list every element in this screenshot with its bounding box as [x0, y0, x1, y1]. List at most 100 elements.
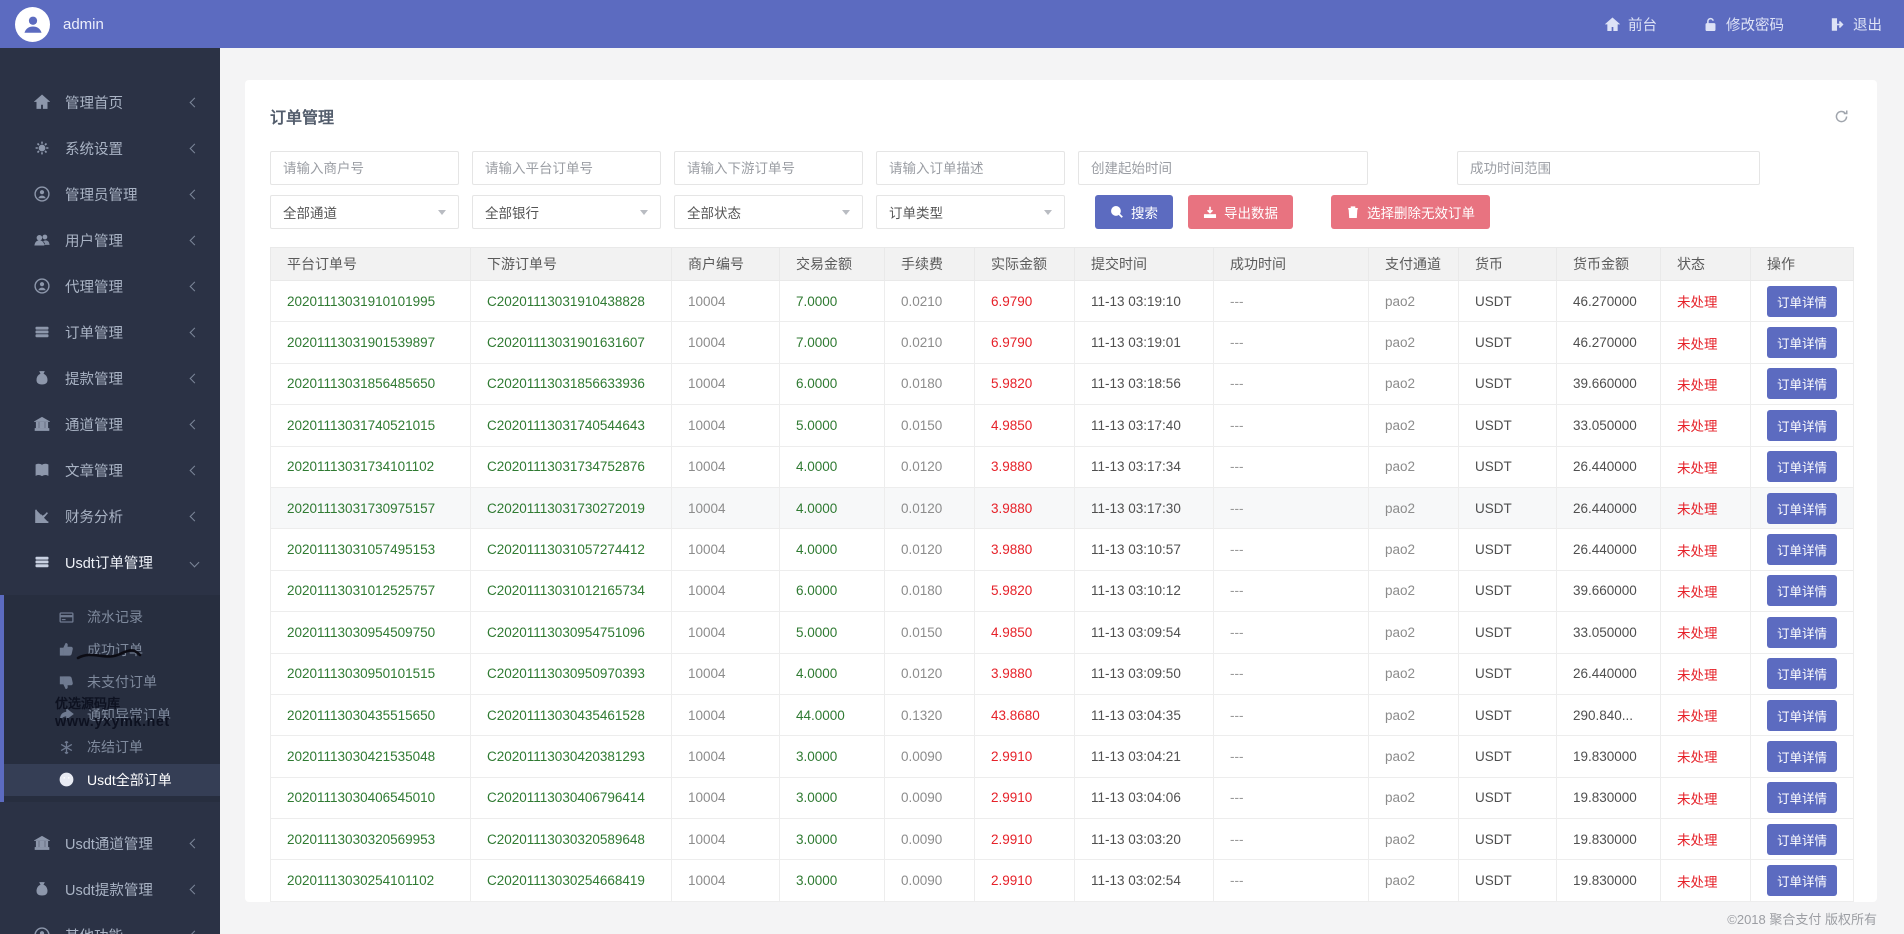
cell-actual: 4.9850: [975, 405, 1075, 446]
success-time-input[interactable]: [1457, 151, 1760, 185]
create-time-input[interactable]: [1078, 151, 1368, 185]
sidebar-subitem[interactable]: 成功订单: [4, 634, 220, 667]
sidebar-item[interactable]: 订单管理: [0, 309, 220, 355]
caret-down-icon: [1044, 210, 1052, 215]
sidebar-item[interactable]: 财务分析: [0, 493, 220, 539]
sidebar-item[interactable]: 管理首页: [0, 79, 220, 125]
cell-actual: 3.9880: [975, 446, 1075, 487]
change-password-link[interactable]: 修改密码: [1703, 14, 1784, 35]
table-row: 20201113030421535048C2020111303042038129…: [271, 736, 1854, 777]
order-detail-button[interactable]: 订单详情: [1767, 368, 1837, 399]
cell-currency: USDT: [1459, 487, 1557, 528]
order-detail-button[interactable]: 订单详情: [1767, 700, 1837, 731]
bank-icon: [33, 835, 50, 852]
logout-link[interactable]: 退出: [1830, 14, 1882, 35]
status-select[interactable]: 全部状态: [674, 195, 863, 229]
chevron-left-icon: [190, 511, 200, 521]
cell-merchant: 10004: [672, 653, 780, 694]
sidebar-item[interactable]: 文章管理: [0, 447, 220, 493]
signout-icon: [1830, 17, 1845, 32]
sidebar-item-label: 管理首页: [65, 92, 191, 113]
channel-select[interactable]: 全部通道: [270, 195, 459, 229]
export-button[interactable]: 导出数据: [1188, 195, 1293, 229]
cell-currency: USDT: [1459, 736, 1557, 777]
sidebar-item[interactable]: Usdt提款管理: [0, 866, 220, 912]
cell-platform: 20201113031730975157: [271, 487, 471, 528]
order-detail-button[interactable]: 订单详情: [1767, 410, 1837, 441]
order-detail-button[interactable]: 订单详情: [1767, 782, 1837, 813]
sidebar-item[interactable]: Usdt通道管理: [0, 820, 220, 866]
cell-fee: 0.0090: [885, 777, 975, 818]
cell-status: 未处理: [1661, 405, 1751, 446]
delete-invalid-orders-button[interactable]: 选择删除无效订单: [1331, 195, 1490, 229]
cell-status: 未处理: [1661, 322, 1751, 363]
cell-downstream: C20201113030254668419: [471, 860, 672, 901]
sidebar-item[interactable]: 系统设置: [0, 125, 220, 171]
downstream-order-no-input[interactable]: [674, 151, 863, 185]
cell-actual: 2.9910: [975, 819, 1075, 860]
order-detail-button[interactable]: 订单详情: [1767, 865, 1837, 896]
sidebar-item[interactable]: 用户管理: [0, 217, 220, 263]
chevron-left-icon: [190, 465, 200, 475]
order-detail-button[interactable]: 订单详情: [1767, 451, 1837, 482]
cell-merchant: 10004: [672, 322, 780, 363]
order-detail-button[interactable]: 订单详情: [1767, 493, 1837, 524]
cell-submit-time: 11-13 03:09:50: [1075, 653, 1214, 694]
sidebar-subitem[interactable]: 流水记录: [4, 601, 220, 634]
cell-channel: pao2: [1369, 363, 1459, 404]
order-detail-button[interactable]: 订单详情: [1767, 617, 1837, 648]
sidebar-subitem[interactable]: 未支付订单: [4, 666, 220, 699]
cell-action: 订单详情: [1751, 322, 1854, 363]
table-row: 20201113030320569953C2020111303032058964…: [271, 819, 1854, 860]
column-header: 货币金额: [1557, 248, 1661, 281]
sidebar-item-label: 用户管理: [65, 230, 191, 251]
cell-amount: 3.0000: [780, 860, 885, 901]
order-detail-button[interactable]: 订单详情: [1767, 741, 1837, 772]
sidebar-item[interactable]: 提款管理: [0, 355, 220, 401]
order-type-select-value: 订单类型: [889, 202, 1044, 222]
merchant-no-input[interactable]: [270, 151, 459, 185]
sidebar-item[interactable]: Usdt订单管理: [0, 539, 220, 585]
sidebar-subitem[interactable]: Usdt全部订单: [4, 764, 220, 797]
order-detail-button[interactable]: 订单详情: [1767, 824, 1837, 855]
sidebar-subitem[interactable]: 通知异常订单: [4, 699, 220, 732]
sidebar-item[interactable]: 管理员管理: [0, 171, 220, 217]
cell-success-time: ---: [1214, 860, 1369, 901]
refresh-icon[interactable]: [1834, 109, 1849, 124]
cell-currency-amount: 33.050000: [1557, 405, 1661, 446]
cell-amount: 6.0000: [780, 570, 885, 611]
order-detail-button[interactable]: 订单详情: [1767, 286, 1837, 317]
order-detail-button[interactable]: 订单详情: [1767, 327, 1837, 358]
cell-platform: 20201113030320569953: [271, 819, 471, 860]
bank-select[interactable]: 全部银行: [472, 195, 661, 229]
cell-submit-time: 11-13 03:04:21: [1075, 736, 1214, 777]
order-detail-button[interactable]: 订单详情: [1767, 658, 1837, 689]
user-circle-icon: [33, 278, 50, 295]
order-detail-button[interactable]: 订单详情: [1767, 534, 1837, 565]
cell-downstream: C20201113030320589648: [471, 819, 672, 860]
sidebar-subitem-label: 成功订单: [87, 640, 143, 660]
caret-down-icon: [842, 210, 850, 215]
platform-order-no-input[interactable]: [472, 151, 661, 185]
frontend-link[interactable]: 前台: [1605, 14, 1657, 35]
order-type-select[interactable]: 订单类型: [876, 195, 1065, 229]
order-desc-input[interactable]: [876, 151, 1065, 185]
sidebar-item[interactable]: 通道管理: [0, 401, 220, 447]
chevron-left-icon: [190, 373, 200, 383]
order-detail-button[interactable]: 订单详情: [1767, 575, 1837, 606]
cell-action: 订单详情: [1751, 736, 1854, 777]
cell-submit-time: 11-13 03:18:56: [1075, 363, 1214, 404]
main-content: 订单管理 全部通道 全部银行 全部状态: [220, 48, 1904, 934]
sidebar-subitem[interactable]: 冻结订单: [4, 731, 220, 764]
cell-actual: 3.9880: [975, 653, 1075, 694]
avatar[interactable]: [15, 7, 50, 42]
cell-currency: USDT: [1459, 777, 1557, 818]
sidebar-item[interactable]: 其他功能: [0, 912, 220, 934]
cell-currency: USDT: [1459, 860, 1557, 901]
table-row: 20201113030950101515C2020111303095097039…: [271, 653, 1854, 694]
cell-platform: 20201113031856485650: [271, 363, 471, 404]
search-button[interactable]: 搜索: [1095, 195, 1173, 229]
filter-row-actions: 全部通道 全部银行 全部状态 订单类型 搜索 导出数据: [270, 195, 1853, 229]
sidebar-item[interactable]: 代理管理: [0, 263, 220, 309]
cell-status: 未处理: [1661, 570, 1751, 611]
